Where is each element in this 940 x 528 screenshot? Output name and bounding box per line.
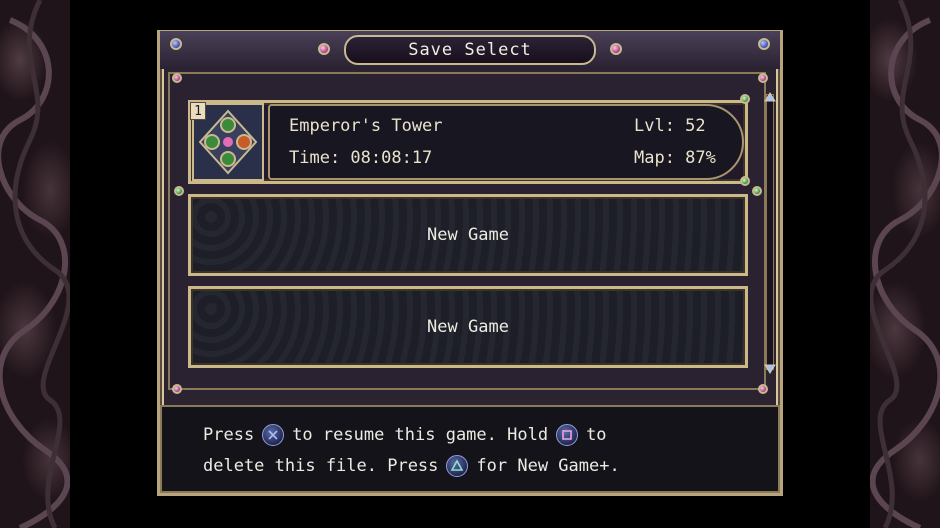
triangle-button-icon (446, 455, 469, 477)
scroll-up-arrow-icon[interactable] (764, 92, 776, 102)
scroll-ornament-icon (870, 0, 940, 528)
cross-button-icon (262, 424, 285, 446)
left-ornament-panel (0, 0, 70, 528)
slot-gem-icon (740, 176, 750, 186)
corner-gem-icon (170, 38, 182, 50)
help-text-box (160, 405, 780, 493)
save-map-completion: Map: 87% (634, 148, 716, 168)
corner-gem-icon (172, 384, 182, 394)
square-button-icon (556, 424, 579, 446)
save-slot-3[interactable]: New Game (188, 286, 748, 368)
help-text: delete this file. Press (203, 456, 439, 476)
help-text: to (586, 425, 607, 445)
scroll-ornament-icon (0, 0, 70, 528)
help-text: Press (203, 425, 255, 445)
save-location: Emperor's Tower (289, 116, 443, 136)
new-game-label: New Game (427, 225, 509, 245)
slot-gem-icon (740, 94, 750, 104)
help-text: to resume this game. Hold (292, 425, 549, 445)
corner-gem-icon (172, 73, 182, 83)
save-playtime: Time: 08:08:17 (289, 148, 433, 168)
scrollbar[interactable] (766, 94, 774, 370)
slot-gem-icon (752, 186, 762, 196)
corner-gem-icon (758, 384, 768, 394)
help-text: for New Game+. (476, 456, 620, 476)
slot-gem-icon (174, 186, 184, 196)
page-title: Save Select (408, 40, 532, 60)
save-slot-2[interactable]: New Game (188, 194, 748, 276)
new-game-label: New Game (427, 317, 509, 337)
scroll-down-arrow-icon[interactable] (764, 364, 776, 374)
corner-gem-icon (758, 73, 768, 83)
slot-number-badge: 1 (190, 102, 206, 120)
corner-gem-icon (758, 38, 770, 50)
help-line-2: delete this file. Press for New Game+. (203, 455, 620, 477)
right-ornament-panel (870, 0, 940, 528)
save-level: Lvl: 52 (634, 116, 706, 136)
title-gem-icon (610, 43, 622, 55)
title-gem-icon (318, 43, 330, 55)
help-line-1: Press to resume this game. Hold to (203, 424, 607, 446)
